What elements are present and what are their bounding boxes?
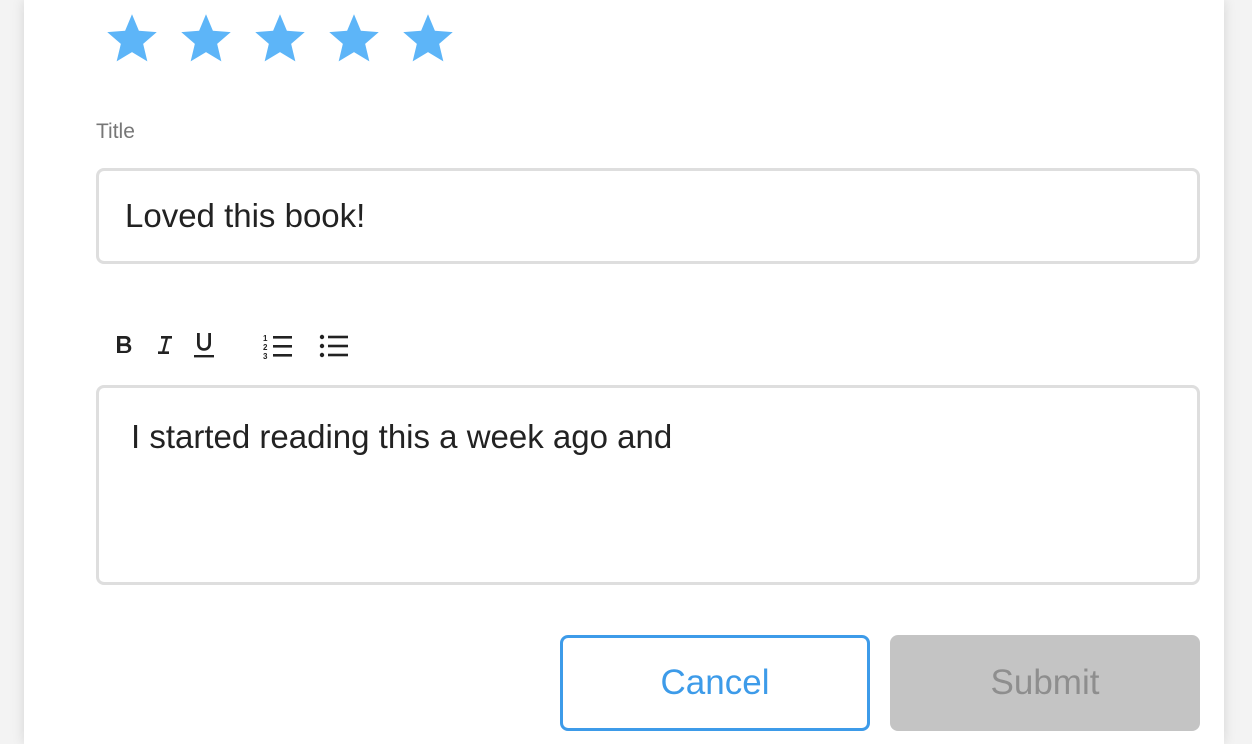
cancel-button[interactable]: Cancel: [560, 635, 870, 731]
star-5-icon[interactable]: [400, 10, 456, 66]
italic-button[interactable]: [144, 324, 184, 368]
underline-icon: [194, 333, 214, 358]
bold-icon: [117, 336, 132, 353]
star-2-icon[interactable]: [178, 10, 234, 66]
submit-button[interactable]: Submit: [890, 635, 1200, 731]
svg-text:1: 1: [263, 334, 268, 343]
bold-button[interactable]: [104, 324, 144, 368]
svg-text:2: 2: [263, 343, 268, 352]
ordered-list-button[interactable]: 1 2 3: [258, 324, 298, 368]
review-body-input[interactable]: I started reading this a week ago and: [96, 385, 1200, 585]
star-3-icon[interactable]: [252, 10, 308, 66]
review-form-card: Title 1 2 3: [24, 0, 1224, 744]
title-input[interactable]: [96, 168, 1200, 264]
star-rating: [104, 10, 456, 66]
bullet-list-icon: [319, 334, 348, 358]
italic-icon: [158, 336, 172, 354]
ordered-list-icon: 1 2 3: [263, 334, 292, 360]
title-label: Title: [96, 120, 135, 143]
svg-text:3: 3: [263, 352, 268, 360]
formatting-toolbar: 1 2 3: [104, 324, 354, 368]
star-4-icon[interactable]: [326, 10, 382, 66]
star-1-icon[interactable]: [104, 10, 160, 66]
underline-button[interactable]: [184, 324, 224, 368]
bullet-list-button[interactable]: [314, 324, 354, 368]
